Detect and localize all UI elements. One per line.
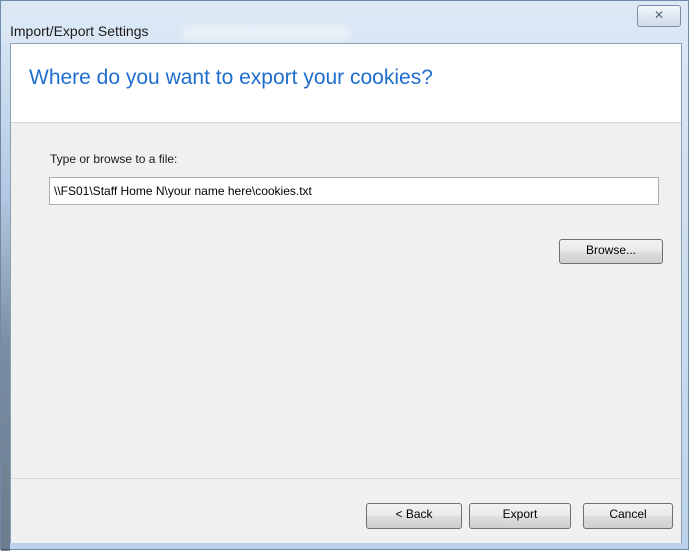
browse-button[interactable]: Browse... — [559, 239, 663, 264]
title-glow — [181, 25, 351, 41]
page-heading: Where do you want to export your cookies… — [29, 66, 433, 89]
cancel-button[interactable]: Cancel — [583, 503, 673, 529]
dialog-client-area: Where do you want to export your cookies… — [10, 43, 682, 543]
footer-band: < Back Export Cancel — [11, 478, 681, 543]
body-area: Type or browse to a file: Browse... — [11, 123, 681, 478]
close-icon: ✕ — [653, 8, 665, 22]
window-title: Import/Export Settings — [10, 23, 149, 39]
window-left-edge — [1, 41, 10, 551]
file-path-input[interactable] — [49, 177, 659, 205]
file-path-label: Type or browse to a file: — [50, 152, 178, 166]
title-bar[interactable]: Import/Export Settings ✕ — [1, 1, 689, 41]
header-band: Where do you want to export your cookies… — [11, 44, 681, 123]
dialog-window: Import/Export Settings ✕ Where do you wa… — [0, 0, 689, 551]
back-button[interactable]: < Back — [366, 503, 462, 529]
export-button[interactable]: Export — [469, 503, 571, 529]
close-button[interactable]: ✕ — [637, 5, 681, 27]
